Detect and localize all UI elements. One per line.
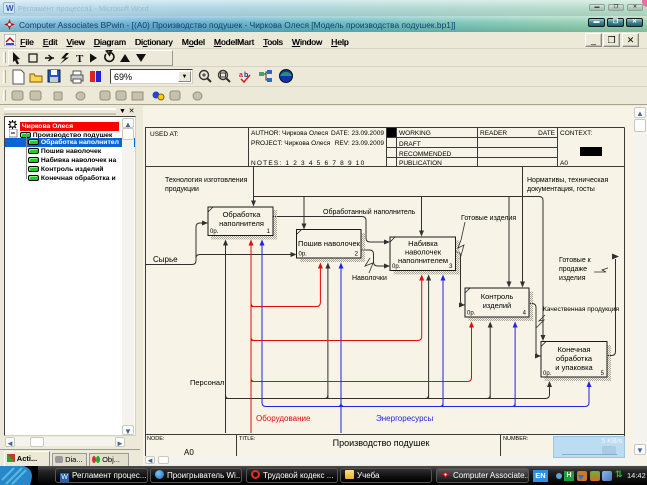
svg-text:Конечная: Конечная: [558, 345, 591, 354]
svg-text:AUTHOR: Чиркова Олеся: AUTHOR: Чиркова Олеся: [251, 130, 329, 137]
svg-text:REV: 23.09.2009: REV: 23.09.2009: [335, 140, 385, 147]
svg-text:Качественная продукция: Качественная продукция: [543, 306, 619, 313]
svg-text:TITLE:: TITLE:: [239, 436, 256, 442]
svg-text:Пошив наволочек: Пошив наволочек: [298, 239, 361, 248]
svg-text:PROJECT: Чиркова Олеся: PROJECT: Чиркова Олеся: [251, 140, 331, 147]
svg-text:A0: A0: [560, 160, 568, 167]
svg-text:NODE:: NODE:: [147, 436, 165, 442]
svg-text:Готовые к: Готовые к: [559, 257, 592, 264]
svg-text:документация, госты: документация, госты: [527, 186, 595, 193]
svg-text:USED AT:: USED AT:: [150, 131, 179, 138]
svg-text:RECOMMENDED: RECOMMENDED: [399, 151, 452, 158]
svg-text:DATE: 23.09.2009: DATE: 23.09.2009: [331, 130, 384, 137]
svg-text:a: a: [239, 72, 243, 79]
svg-text:Нормативы, техническая: Нормативы, техническая: [527, 177, 608, 184]
svg-text:0р.: 0р.: [392, 264, 401, 270]
svg-text:Производство подушек: Производство подушек: [333, 438, 430, 448]
svg-text:продукции: продукции: [165, 186, 199, 193]
svg-text:изделий: изделий: [483, 301, 512, 310]
svg-text:Обработанный наполнитель: Обработанный наполнитель: [323, 208, 416, 216]
svg-text:Оборудование: Оборудование: [256, 414, 311, 423]
svg-text:наполнителя: наполнителя: [219, 219, 264, 228]
svg-text:Сырье: Сырье: [153, 255, 178, 264]
svg-text:0р.: 0р.: [543, 371, 552, 377]
svg-text:READER: READER: [480, 130, 507, 137]
svg-text:и упаковка: и упаковка: [555, 363, 593, 372]
svg-text:NUMBER:: NUMBER:: [503, 436, 529, 442]
svg-text:NOTES: 1 2 3 4 5 6 7 8 9 10: NOTES: 1 2 3 4 5 6 7 8 9 10: [251, 160, 365, 167]
svg-text:0р.: 0р.: [210, 229, 219, 235]
svg-text:Обработка: Обработка: [223, 210, 262, 219]
svg-text:Контроль: Контроль: [481, 292, 514, 301]
svg-text:обработка: обработка: [556, 354, 593, 363]
svg-text:продаже: продаже: [559, 266, 587, 273]
svg-text:Наволочки: Наволочки: [352, 275, 387, 282]
svg-text:наполнителем: наполнителем: [398, 256, 448, 265]
svg-text:A0: A0: [184, 448, 194, 456]
svg-text:T: T: [76, 53, 84, 65]
svg-text:CONTEXT:: CONTEXT:: [560, 130, 592, 137]
svg-text:0р.: 0р.: [299, 252, 308, 258]
svg-text:DRAFT: DRAFT: [399, 141, 421, 148]
svg-text:Энергоресурсы: Энергоресурсы: [376, 414, 434, 423]
svg-text:DATE: DATE: [538, 130, 556, 137]
svg-text:PUBLICATION: PUBLICATION: [399, 160, 442, 167]
svg-text:Персонал: Персонал: [190, 378, 224, 387]
svg-text:изделия: изделия: [559, 275, 586, 282]
svg-text:WORKING: WORKING: [399, 130, 431, 137]
svg-text:Готовые изделия: Готовые изделия: [461, 215, 516, 222]
svg-text:Технология изготовления: Технология изготовления: [165, 177, 248, 184]
svg-text:0р.: 0р.: [467, 311, 476, 317]
